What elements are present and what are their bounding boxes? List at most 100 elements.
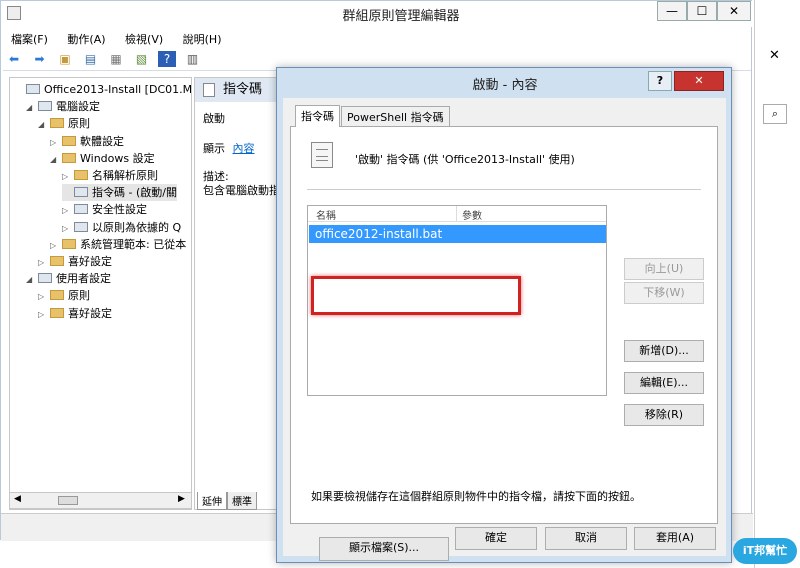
menu-view[interactable]: 檢視(V)	[117, 28, 171, 50]
tree-item[interactable]: ◢ Windows 設定	[50, 150, 155, 167]
tree-item-label: 使用者設定	[56, 272, 111, 286]
script-icon	[74, 187, 88, 198]
tree-item[interactable]: ▷ 名稱解析原則	[62, 167, 158, 184]
tree-item[interactable]: ▷ 喜好設定	[38, 253, 112, 270]
tree-item[interactable]: ▷ 安全性設定	[62, 201, 147, 218]
details-header-title: 指令碼	[223, 82, 263, 97]
folder-icon	[50, 118, 64, 129]
tree-item[interactable]: ▷ 軟體設定	[50, 133, 124, 150]
maximize-button[interactable]: ☐	[687, 1, 717, 21]
tree-item[interactable]: Office2013-Install [DC01.MISE	[14, 81, 191, 98]
folder-icon	[62, 152, 76, 163]
collapsed-arrow-icon[interactable]: ▷	[38, 288, 50, 305]
chart-icon	[74, 221, 88, 232]
folder-icon	[74, 170, 88, 180]
collapsed-arrow-icon[interactable]: ▷	[38, 254, 50, 271]
computer-icon	[38, 101, 52, 112]
help-icon[interactable]: ?	[158, 51, 176, 67]
display-label: 顯示	[203, 142, 225, 155]
app-icon	[7, 6, 21, 20]
shield-icon	[74, 204, 88, 215]
dialog-help-button[interactable]: ?	[648, 71, 672, 91]
scripts-heading: '啟動' 指令碼 (供 'Office2013-Install' 使用)	[355, 153, 575, 166]
tree-item[interactable]: ◢ 原則	[38, 115, 90, 132]
menu-help[interactable]: 說明(H)	[175, 28, 230, 50]
policy-icon	[26, 84, 40, 94]
move-down-button[interactable]: 下移(W)	[624, 282, 704, 304]
tree-item[interactable]: 指令碼 - (啟動/關	[62, 184, 177, 202]
show-files-button[interactable]: 顯示檔案(S)...	[319, 537, 449, 561]
collapsed-arrow-icon[interactable]: ▷	[62, 202, 74, 219]
collapsed-arrow-icon[interactable]: ▷	[50, 134, 62, 151]
scripts-tab-pane: '啟動' 指令碼 (供 'Office2013-Install' 使用) 名稱 …	[290, 126, 718, 561]
tree-item-label: Windows 設定	[80, 151, 155, 165]
menu-action[interactable]: 動作(A)	[59, 28, 113, 50]
folder-icon	[62, 238, 76, 249]
scroll-right-icon[interactable]: ▶	[178, 494, 185, 504]
forward-arrow-icon[interactable]: ➡	[31, 51, 49, 67]
tab-powershell-scripts[interactable]: PowerShell 指令碼	[341, 106, 450, 126]
back-arrow-icon[interactable]: ⬅	[5, 51, 23, 67]
expanded-arrow-icon[interactable]: ◢	[50, 151, 62, 168]
minimize-button[interactable]: —	[657, 1, 687, 21]
properties-icon[interactable]: ▦	[107, 51, 125, 67]
script-file-icon	[311, 142, 333, 168]
scroll-left-icon[interactable]: ◀	[14, 494, 21, 504]
tree-item[interactable]: ◢ 使用者設定	[26, 270, 111, 287]
tab-extended[interactable]: 延伸	[197, 492, 227, 510]
collapsed-arrow-icon[interactable]: ▷	[50, 237, 62, 254]
column-divider	[456, 206, 457, 221]
folder-icon	[62, 135, 76, 146]
tree-item[interactable]: ▷ 原則	[38, 287, 90, 304]
tree-scrollbar[interactable]: ◀ ▶	[9, 492, 192, 509]
tree-item-label: 喜好設定	[68, 306, 112, 320]
window-title: 群組原則管理編輯器	[342, 9, 460, 24]
list-item[interactable]: office2012-install.bat	[309, 225, 606, 243]
collapsed-arrow-icon[interactable]: ▷	[38, 306, 50, 323]
up-folder-icon[interactable]: ▣	[56, 51, 74, 67]
show-files-note: 如果要檢視儲存在這個群組原則物件中的指令檔，請按下面的按鈕。	[311, 490, 641, 503]
expanded-arrow-icon[interactable]: ◢	[26, 99, 38, 116]
tree-item-label: 原則	[68, 117, 90, 131]
title-bar: 群組原則管理編輯器 — ☐ ✕	[1, 1, 753, 27]
export-list-icon[interactable]: ▧	[133, 51, 151, 67]
properties-dialog: 啟動 - 內容 ? ✕ 指令碼 PowerShell 指令碼 '啟動' 指令碼 …	[276, 67, 732, 563]
expanded-arrow-icon[interactable]: ◢	[38, 116, 50, 133]
tree-item[interactable]: ▷ 喜好設定	[38, 305, 112, 322]
add-button[interactable]: 新增(D)...	[624, 340, 704, 362]
close-window-button[interactable]: ✕	[717, 1, 751, 21]
collapsed-arrow-icon[interactable]: ▷	[62, 220, 74, 237]
column-parameters[interactable]: 參數	[462, 207, 482, 222]
properties-link[interactable]: 內容	[233, 142, 255, 155]
folder-icon	[50, 256, 64, 266]
collapsed-arrow-icon[interactable]: ▷	[62, 168, 74, 185]
tree-item[interactable]: ◢ 電腦設定	[26, 98, 100, 115]
menu-file[interactable]: 檔案(F)	[3, 28, 56, 50]
apply-button[interactable]: 套用(A)	[634, 527, 716, 550]
dialog-close-button[interactable]: ✕	[674, 71, 724, 91]
column-name[interactable]: 名稱	[316, 207, 336, 222]
menu-bar: 檔案(F) 動作(A) 檢視(V) 說明(H)	[3, 28, 751, 48]
move-up-button[interactable]: 向上(U)	[624, 258, 704, 280]
bg-close-icon[interactable]: ✕	[769, 48, 780, 63]
bg-search-icon[interactable]: ⌕	[763, 104, 787, 124]
tab-scripts[interactable]: 指令碼	[295, 105, 340, 127]
view-icon[interactable]: ▥	[184, 51, 202, 67]
ok-button[interactable]: 確定	[455, 527, 537, 550]
list-header: 名稱 參數	[308, 206, 606, 222]
tree-item-label: 電腦設定	[56, 100, 100, 114]
scroll-thumb[interactable]	[58, 496, 78, 505]
expanded-arrow-icon[interactable]: ◢	[26, 271, 38, 288]
details-pane: 指令碼 啟動 顯示 內容 描述: 包含電腦啟動指	[194, 77, 284, 510]
separator	[307, 189, 701, 190]
watermark-logo: iT邦幫忙	[733, 538, 797, 564]
tab-standard[interactable]: 標準	[227, 492, 257, 510]
edit-button[interactable]: 編輯(E)...	[624, 372, 704, 394]
tree-item[interactable]: ▷ 系統管理範本: 已從本	[50, 236, 186, 253]
tree-item[interactable]: ▷ 以原則為依據的 Q	[62, 219, 181, 236]
tree-pane: Office2013-Install [DC01.MISE ◢ 電腦設定 ◢ 原則 ▷ 軟體…	[9, 77, 192, 510]
show-tree-icon[interactable]: ▤	[82, 51, 100, 67]
remove-button[interactable]: 移除(R)	[624, 404, 704, 426]
view-tabs: 延伸 標準	[197, 492, 287, 510]
cancel-button[interactable]: 取消	[545, 527, 627, 550]
